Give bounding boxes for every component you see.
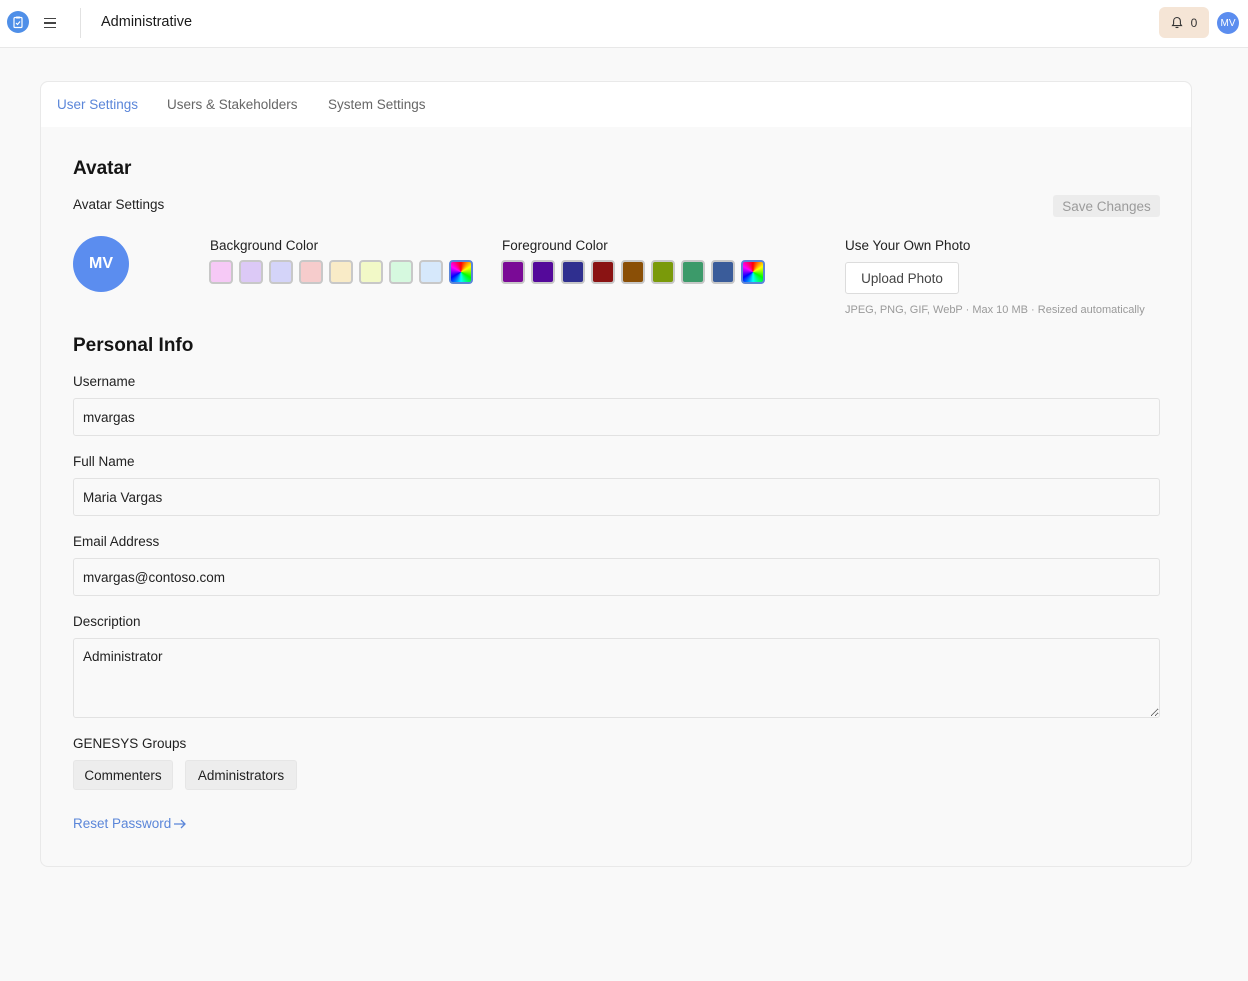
- top-bar: Administrative 0 MV: [0, 0, 1248, 48]
- background-color-swatch[interactable]: [419, 260, 443, 284]
- background-color-swatch[interactable]: [329, 260, 353, 284]
- foreground-color-swatch[interactable]: [651, 260, 675, 284]
- settings-card: User Settings Users & Stakeholders Syste…: [40, 81, 1192, 867]
- background-color-swatches: [209, 260, 473, 284]
- notification-count: 0: [1190, 15, 1198, 30]
- background-color-swatch[interactable]: [239, 260, 263, 284]
- foreground-color-swatch[interactable]: [711, 260, 735, 284]
- username-input[interactable]: [73, 398, 1160, 436]
- description-textarea[interactable]: Administrator: [73, 638, 1160, 718]
- tab-bar: User Settings Users & Stakeholders Syste…: [41, 82, 1191, 127]
- save-changes-button[interactable]: Save Changes: [1053, 195, 1160, 217]
- foreground-color-swatch[interactable]: [561, 260, 585, 284]
- tab-user-settings[interactable]: User Settings: [57, 97, 138, 112]
- groups-label: GENESYS Groups: [73, 736, 187, 751]
- group-chip-commenters[interactable]: Commenters: [73, 760, 173, 790]
- hamburger-menu-icon[interactable]: [44, 14, 60, 32]
- header-divider: [80, 8, 81, 38]
- background-color-swatch[interactable]: [359, 260, 383, 284]
- background-color-label: Background Color: [210, 238, 319, 253]
- page-title: Administrative: [101, 14, 193, 30]
- foreground-color-swatch[interactable]: [501, 260, 525, 284]
- foreground-color-swatch[interactable]: [681, 260, 705, 284]
- reset-password-link[interactable]: Reset Password: [73, 816, 187, 831]
- personal-info-title: Personal Info: [73, 335, 194, 356]
- foreground-color-swatch[interactable]: [531, 260, 555, 284]
- arrow-right-icon: [174, 819, 187, 828]
- own-photo-label: Use Your Own Photo: [845, 238, 971, 253]
- username-label: Username: [73, 374, 136, 389]
- background-color-swatch[interactable]: [389, 260, 413, 284]
- upload-photo-button[interactable]: Upload Photo: [845, 262, 959, 294]
- background-color-swatch[interactable]: [269, 260, 293, 284]
- foreground-color-swatch[interactable]: [621, 260, 645, 284]
- tab-users-stakeholders[interactable]: Users & Stakeholders: [167, 97, 298, 112]
- clipboard-check-icon-svg: [13, 16, 23, 29]
- full-name-input[interactable]: [73, 478, 1160, 516]
- foreground-color-swatches: [501, 260, 765, 284]
- email-input[interactable]: [73, 558, 1160, 596]
- clipboard-check-icon[interactable]: [7, 11, 29, 33]
- tab-system-settings[interactable]: System Settings: [328, 97, 426, 112]
- reset-password-label: Reset Password: [73, 816, 172, 831]
- notifications-button[interactable]: 0: [1159, 7, 1209, 38]
- avatar-settings-label: Avatar Settings: [73, 197, 165, 212]
- bell-icon: [1171, 16, 1183, 29]
- avatar-preview: MV: [73, 236, 129, 292]
- avatar-section-title: Avatar: [73, 158, 132, 179]
- full-name-label: Full Name: [73, 454, 135, 469]
- background-custom-color-swatch[interactable]: [449, 260, 473, 284]
- description-label: Description: [73, 614, 141, 629]
- background-color-swatch[interactable]: [299, 260, 323, 284]
- group-chip-administrators[interactable]: Administrators: [185, 760, 297, 790]
- background-color-swatch[interactable]: [209, 260, 233, 284]
- email-label: Email Address: [73, 534, 160, 549]
- foreground-color-label: Foreground Color: [502, 238, 608, 253]
- upload-hint: JPEG, PNG, GIF, WebP · Max 10 MB · Resiz…: [845, 304, 1145, 316]
- foreground-color-swatch[interactable]: [591, 260, 615, 284]
- user-avatar[interactable]: MV: [1217, 12, 1239, 34]
- foreground-custom-color-swatch[interactable]: [741, 260, 765, 284]
